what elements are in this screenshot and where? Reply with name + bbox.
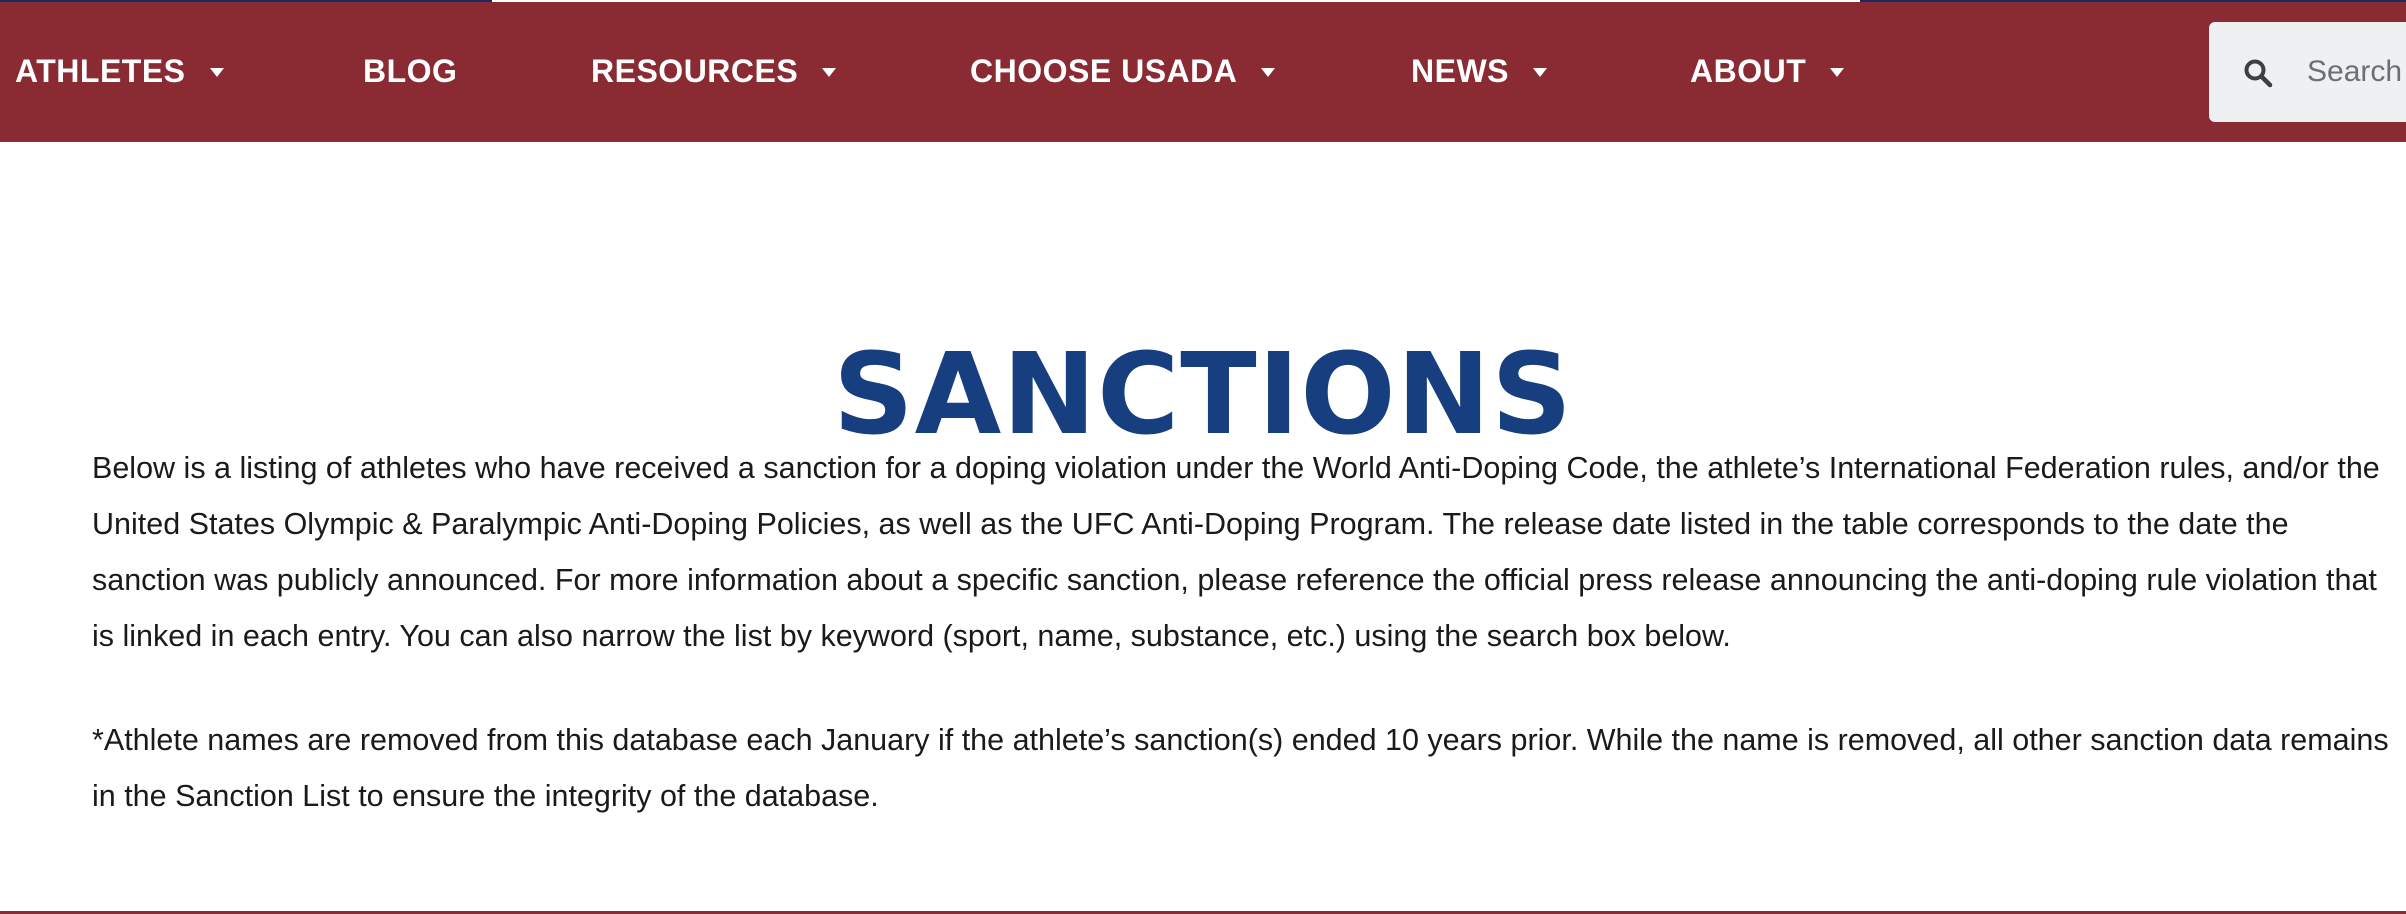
nav-item-label: RESOURCES: [591, 52, 799, 89]
caret-down-icon: [1830, 67, 1845, 77]
nav-item-label: NEWS: [1411, 52, 1509, 89]
caret-down-icon: [1261, 67, 1276, 77]
search-input[interactable]: Search: [2209, 22, 2406, 122]
nav-item-label: ATHLETES: [15, 52, 186, 89]
nav-top-accent-right: [1860, 0, 2406, 2]
nav-item-news[interactable]: NEWS: [1411, 0, 1547, 142]
retention-note: *Athlete names are removed from this dat…: [92, 723, 2389, 813]
main-navigation: ATHLETES BLOG RESOURCES CHOOSE USADA NEW…: [0, 0, 2406, 142]
nav-item-blog[interactable]: BLOG: [363, 0, 457, 142]
nav-item-label: ABOUT: [1690, 52, 1807, 89]
caret-down-icon: [822, 67, 837, 77]
caret-down-icon: [209, 67, 224, 77]
page: ATHLETES BLOG RESOURCES CHOOSE USADA NEW…: [0, 0, 2406, 914]
intro-paragraph: Below is a listing of athletes who have …: [92, 451, 2380, 653]
search-placeholder: Search: [2307, 55, 2403, 88]
search-icon[interactable]: [2243, 58, 2273, 88]
nav-item-athletes[interactable]: ATHLETES: [15, 0, 224, 142]
nav-item-about[interactable]: ABOUT: [1690, 0, 1845, 142]
nav-item-label: CHOOSE USADA: [970, 52, 1238, 89]
nav-item-label: BLOG: [363, 52, 458, 89]
caret-down-icon: [1533, 67, 1547, 77]
nav-item-resources[interactable]: RESOURCES: [591, 0, 837, 142]
nav-item-choose-usada[interactable]: CHOOSE USADA: [970, 0, 1276, 142]
